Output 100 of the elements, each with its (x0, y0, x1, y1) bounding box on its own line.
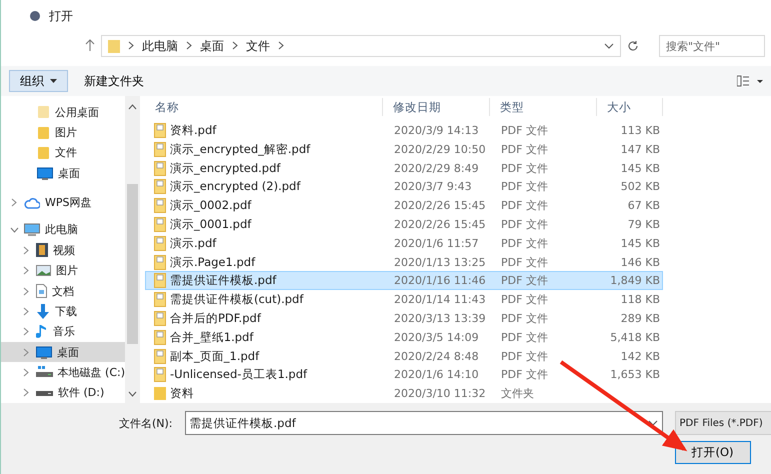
nav-item[interactable]: 此电脑 (1, 220, 125, 240)
nav-item[interactable]: 桌面 (1, 163, 125, 184)
nav-item[interactable]: 文档 (1, 280, 125, 302)
size-cell-text: 289 KB (620, 312, 661, 325)
nav-item[interactable]: 音乐 (1, 322, 125, 342)
filename-label: 文件名(N): (119, 416, 173, 430)
date-cell-text: 2020/2/29 8:49 (393, 162, 480, 175)
type-cell-text: PDF 文件 (500, 142, 549, 157)
window-title: 打开 (49, 8, 73, 24)
file-name: 演示_0002.pdf (170, 198, 252, 214)
type-cell-text: PDF 文件 (500, 122, 549, 138)
type-cell-text: PDF 文件 (500, 179, 549, 194)
date-cell-text: 2020/3/10 11:32 (393, 387, 487, 400)
file-name: 资料.pdf (170, 122, 216, 138)
date-cell-text: 2020/2/24 8:48 (393, 350, 480, 362)
file-row[interactable]: 演示.pdf 2020/1/6 11:57 PDF 文件 145 KB (145, 234, 663, 253)
column-header[interactable]: 名称 (145, 98, 383, 116)
file-name: 演示_encrypted_解密.pdf (170, 142, 310, 157)
date-cell-text: 2020/1/14 11:43 (393, 293, 487, 306)
type-cell-text: PDF 文件 (500, 236, 549, 251)
file-row[interactable]: 演示_encrypted (2).pdf 2020/3/7 9:43 PDF 文件 502 KB (145, 177, 663, 196)
file-name: 演示_encrypted (2).pdf (170, 179, 300, 194)
file-name: -Unlicensed-员工表1.pdf (170, 367, 308, 382)
search-field[interactable]: 搜索"文件" (659, 35, 765, 57)
date-cell-text: 2020/2/26 15:45 (393, 218, 487, 231)
file-row[interactable]: 资料 2020/3/10 11:32 文件夹 (145, 384, 663, 403)
type-cell-text: PDF 文件 (500, 310, 549, 326)
column-header[interactable]: 类型 (490, 98, 597, 116)
breadcrumb[interactable]: 此电脑 (142, 38, 178, 54)
size-cell-text: 142 KB (620, 350, 661, 362)
address-bar[interactable]: 此电脑 桌面 文件 (101, 35, 621, 57)
type-cell-text: PDF 文件 (500, 160, 549, 176)
type-cell-text: PDF 文件 (500, 330, 549, 345)
size-cell-text: 118 KB (620, 293, 661, 306)
size-cell-text: 5,418 KB (609, 330, 661, 344)
type-cell-text: PDF 文件 (500, 273, 549, 288)
file-name: 资料 (170, 386, 194, 402)
file-row[interactable]: 演示_encrypted.pdf 2020/2/29 8:49 PDF 文件 145 KB (145, 158, 663, 178)
date-cell-text: 2020/2/26 15:45 (393, 199, 487, 212)
file-name: 合并_壁纸1.pdf (170, 330, 254, 345)
size-cell-text: 145 KB (620, 236, 661, 250)
nav-item[interactable]: 软件 (D:) (1, 382, 125, 404)
file-name: 演示.Page1.pdf (170, 254, 256, 270)
nav-item[interactable]: 文件 (1, 142, 125, 164)
nav-item[interactable]: 下载 (1, 301, 125, 322)
file-name: 演示.pdf (170, 236, 216, 251)
date-cell-text: 2020/3/9 14:13 (393, 124, 480, 137)
column-header[interactable]: 修改日期 (383, 98, 490, 116)
file-row[interactable]: -Unlicensed-员工表1.pdf 2020/1/6 14:10 PDF 文件 1,653 KB (145, 365, 663, 384)
file-name: 需提供证件模板(cut).pdf (170, 292, 304, 308)
nav-item[interactable]: 视频 (1, 240, 125, 261)
date-cell-text: 2020/1/16 11:46 (393, 274, 487, 288)
nav-item[interactable]: 本地磁盘 (C:) (1, 362, 125, 383)
file-row[interactable]: 合并_壁纸1.pdf 2020/3/5 14:09 PDF 文件 5,418 KB (145, 328, 663, 347)
column-header[interactable]: 大小 (597, 98, 663, 116)
type-cell-text: PDF 文件 (500, 292, 549, 308)
file-row[interactable]: 资料.pdf 2020/3/9 14:13 PDF 文件 113 KB (145, 121, 663, 140)
size-cell-text: 147 KB (620, 142, 661, 156)
date-cell-text: 2020/3/7 9:43 (393, 180, 473, 194)
file-row[interactable]: 演示_encrypted_解密.pdf 2020/2/29 10:50 PDF 文件 147 KB (145, 140, 663, 159)
type-cell-text: PDF 文件 (500, 367, 549, 382)
date-cell-text: 2020/2/29 10:50 (393, 142, 487, 156)
new-folder-button[interactable]: 新建文件夹 (78, 72, 150, 90)
date-cell-text: 2020/1/6 14:10 (393, 368, 480, 382)
file-name: 演示_0001.pdf (170, 216, 252, 232)
file-name: 合并后的PDF.pdf (170, 310, 261, 326)
date-cell-text: 2020/3/5 14:09 (393, 330, 480, 344)
size-cell-text: 146 KB (620, 256, 661, 269)
date-cell-text: 2020/1/6 11:57 (393, 236, 480, 250)
type-cell-text: PDF 文件 (500, 348, 549, 364)
date-cell-text: 2020/1/13 13:25 (393, 256, 487, 269)
file-name: 演示_encrypted.pdf (170, 160, 280, 176)
organize-button[interactable]: 组织 (9, 70, 68, 92)
file-type-dropdown[interactable]: PDF Files (*.PDF) (674, 411, 771, 435)
breadcrumb[interactable]: 文件 (246, 38, 270, 54)
file-row[interactable]: 副本_页面_1.pdf 2020/2/24 8:48 PDF 文件 142 KB (145, 346, 663, 366)
file-row[interactable]: 需提供证件模板(cut).pdf 2020/1/14 11:43 PDF 文件 118 KB (145, 290, 663, 310)
filename-field[interactable]: 需提供证件模板.pdf (184, 411, 663, 435)
open-button[interactable]: 打开(O) (674, 440, 751, 464)
file-row[interactable]: 演示_0001.pdf 2020/2/26 15:45 PDF 文件 79 KB (145, 215, 663, 234)
type-cell-text: PDF 文件 (500, 198, 549, 214)
breadcrumb[interactable]: 桌面 (200, 38, 224, 54)
type-cell-text: 文件夹 (500, 386, 535, 402)
file-name: 需提供证件模板.pdf (170, 273, 276, 288)
nav-item[interactable]: 桌面 (1, 342, 125, 362)
file-row[interactable]: 合并后的PDF.pdf 2020/3/13 13:39 PDF 文件 289 KB (145, 309, 663, 328)
nav-item[interactable]: 图片 (1, 260, 125, 281)
nav-item[interactable]: 公用桌面 (1, 102, 125, 122)
file-row[interactable]: 演示.Page1.pdf 2020/1/13 13:25 PDF 文件 146 KB (145, 252, 663, 272)
file-row[interactable]: 演示_0002.pdf 2020/2/26 15:45 PDF 文件 67 KB (145, 196, 663, 216)
size-cell-text: 113 KB (620, 124, 661, 137)
nav-item[interactable]: 图片 (1, 122, 125, 143)
file-name: 副本_页面_1.pdf (170, 348, 260, 364)
nav-item[interactable]: WPS网盘 (1, 192, 125, 213)
size-cell-text: 502 KB (620, 180, 661, 194)
size-cell-text: 67 KB (626, 199, 661, 212)
file-row[interactable]: 需提供证件模板.pdf 2020/1/16 11:46 PDF 文件 1,849 KB (145, 271, 663, 290)
size-cell-text: 145 KB (620, 162, 661, 175)
size-cell-text: 1,653 KB (609, 368, 661, 382)
type-cell-text: PDF 文件 (500, 216, 549, 232)
